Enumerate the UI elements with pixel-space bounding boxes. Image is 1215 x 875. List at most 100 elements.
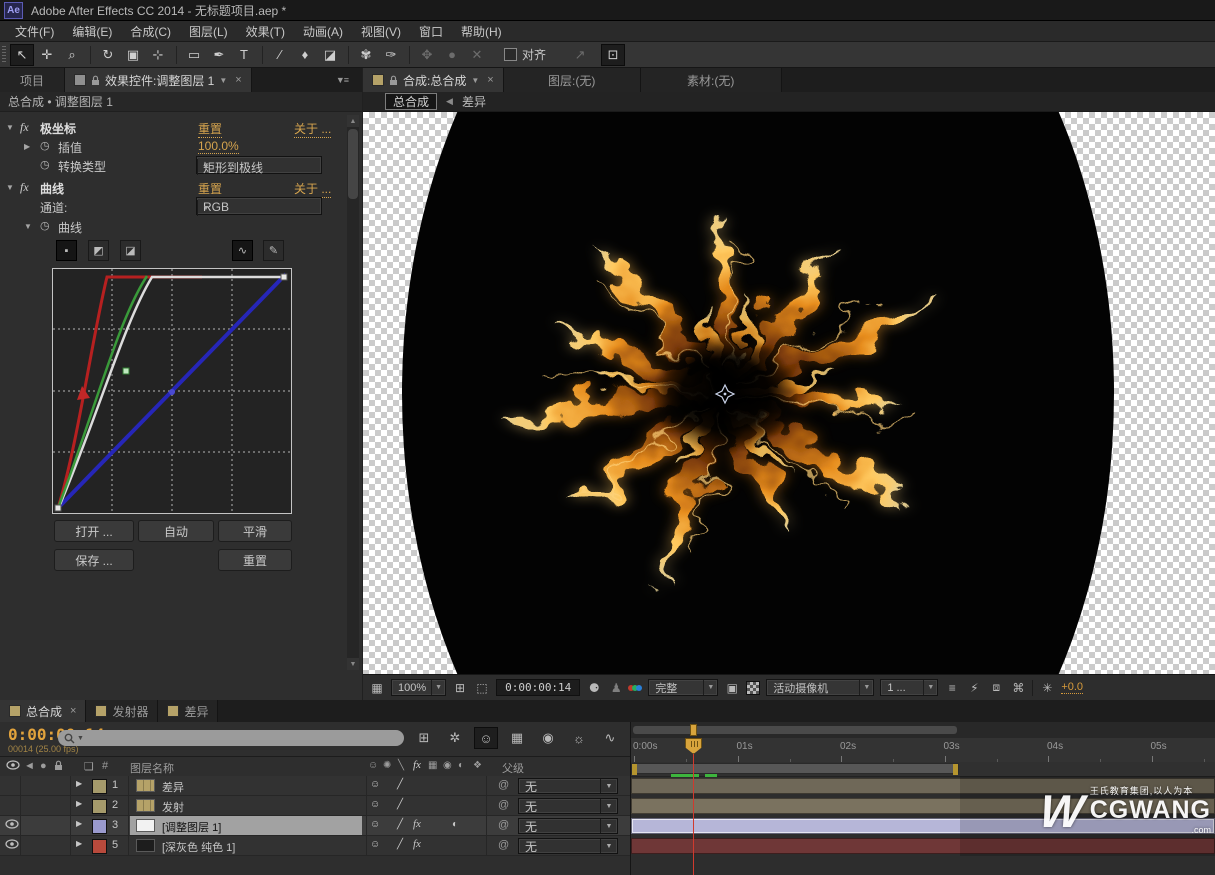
menu-item-2[interactable]: 合成(C) [121, 21, 180, 42]
layer-expand-icon[interactable]: ▶ [76, 779, 82, 788]
layer-fx-switch[interactable]: fx [413, 838, 421, 850]
local-axis-mode[interactable]: ✥ [415, 44, 439, 66]
magnification-dropdown[interactable]: 100% ▼ [391, 679, 446, 696]
layer-fx-switch[interactable]: fx [413, 818, 421, 830]
roi-toggle-icon[interactable]: ▣ [724, 681, 740, 695]
puppet-pin-tool[interactable]: ✑ [379, 44, 403, 66]
reset-link[interactable]: 重置 [198, 180, 222, 198]
shy-layers-button[interactable]: ☺ [474, 727, 498, 749]
menu-item-3[interactable]: 图层(L) [180, 21, 237, 42]
current-time-indicator-line[interactable] [693, 738, 694, 875]
curve-end-point[interactable] [281, 274, 287, 280]
menu-item-0[interactable]: 文件(F) [6, 21, 63, 42]
draft-3d-button[interactable]: ✲ [443, 727, 467, 749]
exposure-value[interactable]: +0.0 [1061, 681, 1083, 694]
show-channel-icon[interactable] [630, 685, 642, 691]
layer-quality-switch[interactable]: ╱ [397, 799, 403, 810]
always-preview-icon[interactable]: ▦ [369, 681, 385, 695]
unified-camera-tool[interactable]: ▣ [121, 44, 145, 66]
curve-start-point[interactable] [55, 505, 61, 511]
work-area-track[interactable] [631, 762, 1215, 777]
curve-tool-button[interactable]: ∿ [232, 240, 253, 261]
frame-blending-button[interactable]: ▦ [505, 727, 529, 749]
composition-viewer[interactable] [363, 112, 1215, 674]
layer-name[interactable]: [深灰色 纯色 1] [162, 839, 235, 855]
menu-item-1[interactable]: 编辑(E) [63, 21, 121, 42]
layer-name[interactable]: [调整图层 1] [162, 819, 221, 835]
parent-dropdown[interactable]: 无▼ [518, 818, 618, 834]
view-layout-dropdown[interactable]: 1 ... ▼ [880, 679, 938, 696]
layer-name-column-label[interactable]: 图层名称 [130, 760, 174, 776]
timeline-search-input[interactable]: ▼ [58, 730, 404, 746]
pencil-tool-button[interactable]: ✎ [263, 240, 284, 261]
zoom-about-cursor[interactable]: ↗ [568, 44, 592, 66]
pan-behind-tool[interactable]: ⊹ [146, 44, 170, 66]
twirl-down-icon[interactable]: ▼ [6, 123, 14, 132]
parent-pickwhip-icon[interactable]: @ [498, 779, 509, 791]
about-link[interactable]: 关于 ... [294, 180, 331, 198]
parent-pickwhip-icon[interactable]: @ [498, 839, 509, 851]
curve-size-medium-button[interactable]: ◩ [88, 240, 109, 261]
parent-column-label[interactable]: 父级 [502, 760, 524, 776]
time-navigator-bar[interactable] [633, 726, 957, 734]
layer-row-5[interactable]: ▶5[深灰色 纯色 1]☺╱fx@无▼ [0, 836, 630, 856]
timeline-tab-1[interactable]: 发射器 [86, 700, 158, 722]
twirl-right-icon[interactable]: ▶ [24, 142, 30, 151]
convert-type-dropdown[interactable]: 矩形到极线 ▼ [196, 156, 322, 174]
scroll-up-icon[interactable]: ▲ [347, 115, 359, 127]
view-dropdown[interactable]: 活动摄像机 ▼ [766, 679, 874, 696]
lock-icon[interactable] [91, 75, 100, 86]
effect-polar-header[interactable]: ▼ fx 极坐标 重置 关于 ... [0, 118, 340, 137]
transparency-grid-icon[interactable] [746, 681, 760, 695]
channel-dropdown[interactable]: RGB ▼ [196, 197, 322, 215]
world-axis-mode[interactable]: ● [440, 44, 464, 66]
twirl-down-icon[interactable]: ▼ [24, 222, 32, 231]
layer-shy-switch[interactable]: ☺ [370, 799, 380, 810]
hand-tool[interactable]: ✛ [35, 44, 59, 66]
scrollbar-thumb[interactable] [348, 129, 358, 199]
toolbar-grip[interactable] [2, 46, 6, 64]
brush-tool[interactable]: ∕ [268, 44, 292, 66]
layer-expand-icon[interactable]: ▶ [76, 819, 82, 828]
twirl-down-icon[interactable]: ▼ [6, 183, 14, 192]
tab-close-icon[interactable]: × [235, 74, 241, 86]
tab-composition[interactable]: 合成:总合成 ▼ × [363, 68, 504, 92]
layer-label-color[interactable] [92, 839, 107, 854]
eraser-tool[interactable]: ◪ [318, 44, 342, 66]
timeline-button-icon[interactable]: ≡ [944, 681, 960, 695]
fx-icon[interactable]: fx [20, 120, 29, 135]
tab-dropdown-icon[interactable]: ▼ [471, 76, 479, 85]
effect-curves-header[interactable]: ▼ fx 曲线 重置 关于 ... [0, 178, 340, 197]
parent-pickwhip-icon[interactable]: @ [498, 799, 509, 811]
curves-graph[interactable] [52, 268, 292, 514]
zoom-tool[interactable]: ⌕ [60, 44, 84, 66]
tab-close-icon[interactable]: × [487, 74, 493, 86]
layer-row-2[interactable]: ▶2发射☺╱@无▼ [0, 796, 630, 816]
layer-visibility-eye-icon[interactable] [5, 819, 19, 832]
viewer-timecode[interactable]: 0:00:00:14 [496, 679, 580, 696]
curves-auto-button[interactable]: 自动 [138, 520, 214, 542]
selection-tool[interactable]: ↖ [10, 44, 34, 66]
layer-row-1[interactable]: ▶1差异☺╱@无▼ [0, 776, 630, 796]
search-dropdown-icon[interactable]: ▼ [77, 735, 84, 742]
lock-icon[interactable] [389, 75, 398, 86]
stopwatch-icon[interactable]: ◷ [40, 139, 50, 152]
menu-item-5[interactable]: 动画(A) [294, 21, 352, 42]
snap-checkbox[interactable] [504, 48, 517, 61]
rotation-tool[interactable]: ↻ [96, 44, 120, 66]
comp-mini-flowchart-button[interactable]: ⊞ [412, 727, 436, 749]
snapshot-icon[interactable]: ⚈ [586, 681, 602, 695]
tab-close-icon[interactable]: × [70, 705, 76, 717]
layer-quality-switch[interactable]: ╱ [397, 839, 403, 850]
layer-shy-switch[interactable]: ☺ [370, 839, 380, 850]
navigator-cti-marker[interactable] [690, 724, 697, 736]
green-curve-point[interactable] [123, 368, 129, 374]
scroll-down-icon[interactable]: ▼ [347, 658, 359, 670]
tab-layer[interactable]: 图层:(无) [504, 68, 641, 92]
work-area-bar[interactable] [631, 763, 959, 774]
work-area-start-handle[interactable] [632, 764, 637, 775]
menu-item-4[interactable]: 效果(T) [237, 21, 294, 42]
layer-expand-icon[interactable]: ▶ [76, 839, 82, 848]
type-tool[interactable]: T [232, 44, 256, 66]
menu-item-7[interactable]: 窗口 [410, 21, 452, 42]
